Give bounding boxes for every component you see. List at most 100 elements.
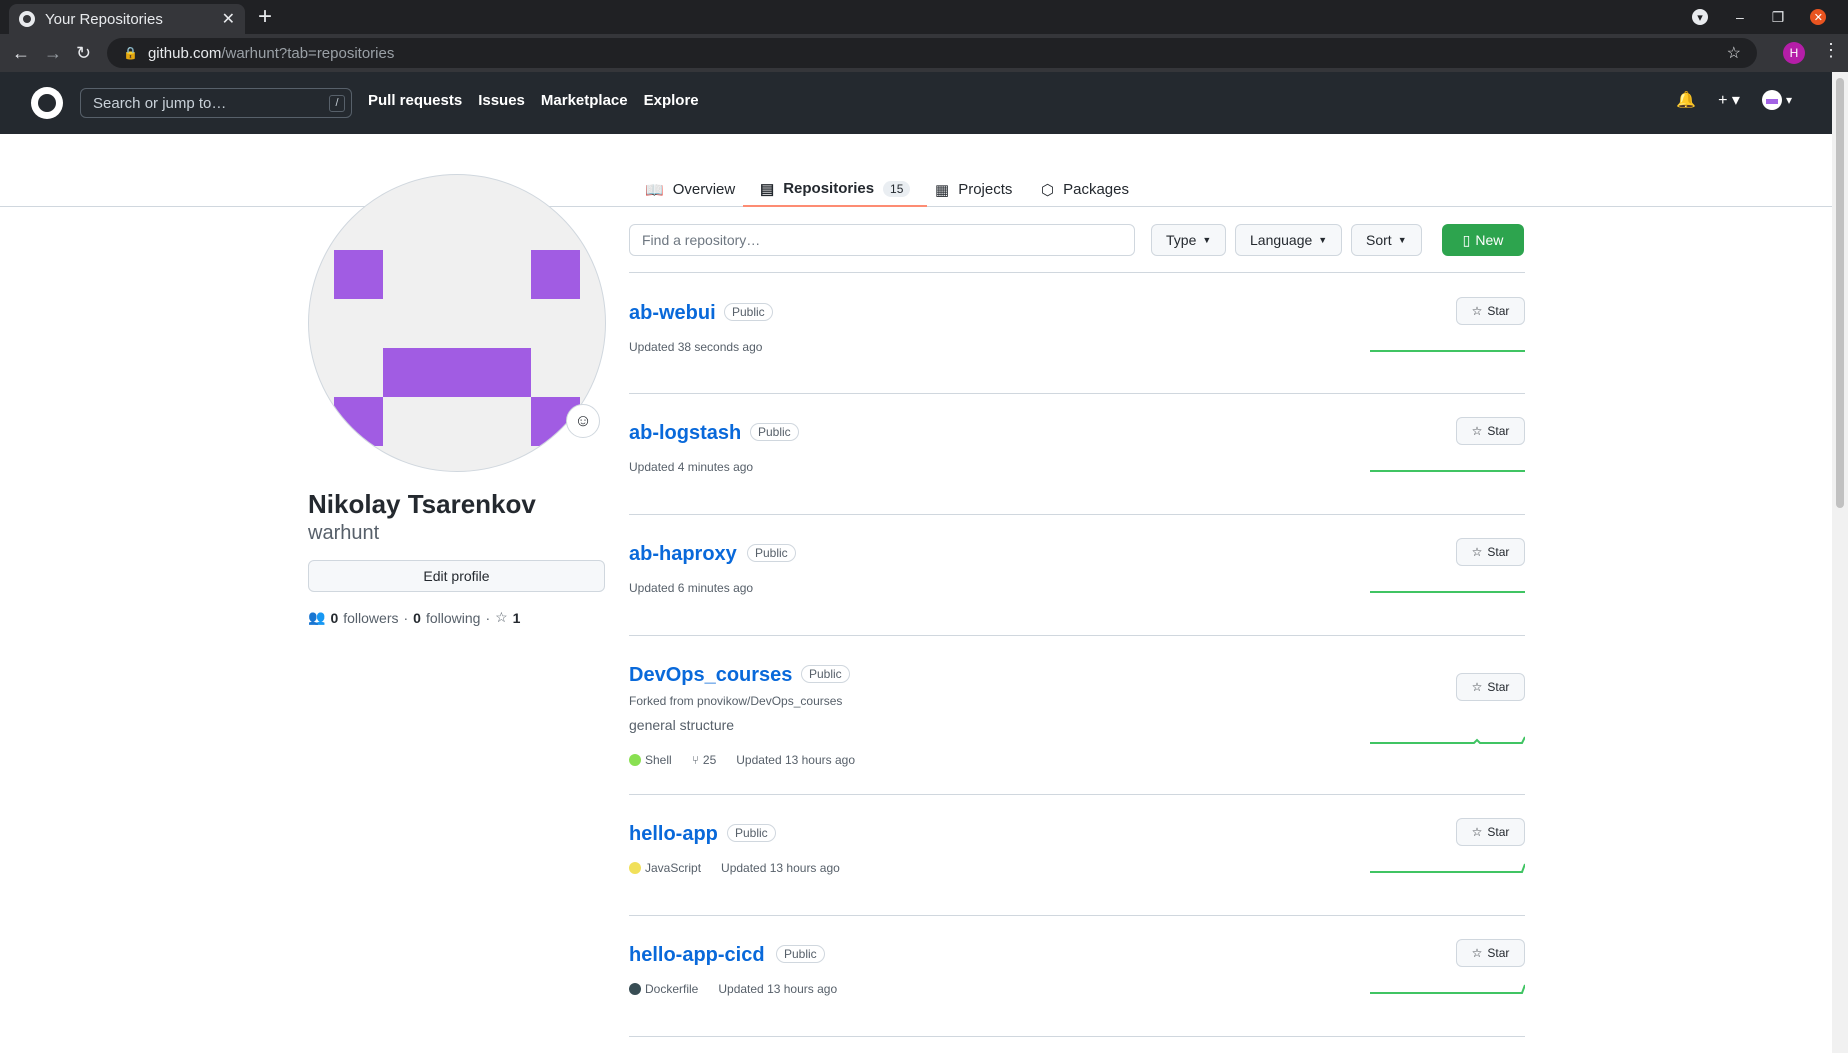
tab-packages[interactable]: ⬡ Packages bbox=[1041, 172, 1129, 207]
sort-filter-label: Sort bbox=[1366, 232, 1392, 248]
activity-sparkline bbox=[1370, 591, 1525, 593]
profile-avatar[interactable] bbox=[308, 174, 606, 472]
updated-time: Updated 6 minutes ago bbox=[629, 581, 754, 595]
updated-time: Updated 38 seconds ago bbox=[629, 340, 763, 354]
updated-time: Updated 13 hours ago bbox=[736, 753, 856, 767]
minimize-icon[interactable]: – bbox=[1736, 9, 1744, 25]
following-count[interactable]: 0 bbox=[413, 610, 421, 626]
nav-marketplace[interactable]: Marketplace bbox=[541, 92, 628, 109]
avatar-pixel bbox=[531, 250, 580, 299]
visibility-badge: Public bbox=[750, 423, 799, 441]
tab-search-icon[interactable]: ▾ bbox=[1692, 9, 1708, 25]
set-status-smiley-icon[interactable]: ☺ bbox=[566, 404, 600, 438]
window-controls: ▾ – ❐ ✕ bbox=[1692, 0, 1827, 34]
new-repository-button[interactable]: ▯ New bbox=[1442, 224, 1524, 256]
repo-name-link[interactable]: ab-webui bbox=[629, 302, 716, 325]
repo-item: ab-webui Public Updated 38 seconds ago ☆… bbox=[629, 273, 1525, 394]
language-color-dot bbox=[629, 862, 641, 874]
visibility-badge: Public bbox=[727, 824, 776, 842]
edit-profile-button[interactable]: Edit profile bbox=[308, 560, 605, 592]
profile-name: Nikolay Tsarenkov bbox=[308, 489, 536, 519]
nav-pull-requests[interactable]: Pull requests bbox=[368, 92, 462, 109]
type-filter-button[interactable]: Type ▼ bbox=[1151, 224, 1227, 256]
updated-time: Updated 4 minutes ago bbox=[629, 460, 754, 474]
language-filter-label: Language bbox=[1250, 232, 1313, 248]
tab-repositories[interactable]: ▤ Repositories 15 bbox=[743, 172, 928, 207]
url-bar[interactable]: 🔒 github.com/warhunt?tab=repositories ☆ bbox=[107, 38, 1757, 68]
followers-label[interactable]: followers bbox=[343, 610, 398, 626]
repo-name-link[interactable]: ab-haproxy bbox=[629, 543, 737, 566]
address-bar-row: ← → ↻ 🔒 github.com/warhunt?tab=repositor… bbox=[0, 34, 1848, 72]
star-label: Star bbox=[1487, 946, 1510, 960]
fork-count[interactable]: 25 bbox=[703, 753, 716, 767]
repo-name-link[interactable]: ab-logstash bbox=[629, 422, 741, 445]
forward-icon[interactable]: → bbox=[44, 34, 62, 72]
avatar-pixel bbox=[334, 250, 383, 299]
sort-filter-button[interactable]: Sort ▼ bbox=[1351, 224, 1422, 256]
star-button[interactable]: ☆ Star bbox=[1456, 538, 1525, 566]
url-path: /warhunt?tab=repositories bbox=[221, 44, 395, 62]
scrollbar-thumb[interactable] bbox=[1836, 78, 1844, 508]
page-scrollbar[interactable] bbox=[1832, 72, 1848, 1053]
search-input[interactable]: Search or jump to… / bbox=[80, 88, 352, 118]
star-icon: ☆ bbox=[495, 609, 508, 625]
url-host: github.com bbox=[147, 44, 222, 62]
browser-menu-icon[interactable]: ⋮ bbox=[1822, 40, 1840, 61]
create-new-dropdown-icon[interactable]: + ▾ bbox=[1718, 90, 1740, 110]
browser-tab[interactable]: Your Repositories ✕ bbox=[9, 4, 245, 34]
find-repository-input[interactable]: Find a repository… bbox=[629, 224, 1135, 256]
tab-label: Projects bbox=[958, 181, 1013, 198]
star-button[interactable]: ☆ Star bbox=[1456, 673, 1525, 701]
browser-profile-avatar[interactable]: H bbox=[1783, 42, 1805, 64]
bookmark-star-icon[interactable]: ☆ bbox=[1727, 43, 1741, 63]
notifications-bell-icon[interactable]: 🔔 bbox=[1676, 90, 1696, 110]
header-actions: 🔔 + ▾ ▾ bbox=[1676, 90, 1792, 110]
language-label: Shell bbox=[645, 753, 672, 767]
following-label[interactable]: following bbox=[426, 610, 480, 626]
reload-icon[interactable]: ↻ bbox=[76, 34, 91, 72]
followers-count[interactable]: 0 bbox=[330, 610, 338, 626]
star-button[interactable]: ☆ Star bbox=[1456, 939, 1525, 967]
lock-icon: 🔒 bbox=[123, 46, 138, 60]
star-label: Star bbox=[1487, 545, 1510, 559]
new-tab-icon[interactable]: + bbox=[258, 4, 272, 30]
repo-name-link[interactable]: DevOps_courses bbox=[629, 664, 792, 687]
language-filter-button[interactable]: Language ▼ bbox=[1235, 224, 1343, 256]
close-window-icon[interactable]: ✕ bbox=[1810, 9, 1827, 25]
star-button[interactable]: ☆ Star bbox=[1456, 417, 1525, 445]
repo-name-link[interactable]: hello-app-cicd bbox=[629, 944, 765, 967]
star-button[interactable]: ☆ Star bbox=[1456, 818, 1525, 846]
caret-down-icon: ▼ bbox=[1397, 235, 1407, 245]
restore-icon[interactable]: ❐ bbox=[1772, 9, 1785, 26]
close-tab-icon[interactable]: ✕ bbox=[222, 9, 235, 29]
activity-sparkline bbox=[1370, 350, 1525, 352]
github-logo-icon[interactable] bbox=[31, 87, 63, 119]
chevron-down-icon: ▾ bbox=[1785, 93, 1792, 107]
type-filter-label: Type bbox=[1166, 232, 1197, 248]
visibility-badge: Public bbox=[776, 945, 825, 963]
star-label: Star bbox=[1487, 304, 1510, 318]
tab-overview[interactable]: 📖 Overview bbox=[645, 172, 735, 207]
repo-name-link[interactable]: hello-app bbox=[629, 823, 718, 846]
repo-count-badge: 15 bbox=[883, 180, 911, 197]
stars-count[interactable]: 1 bbox=[513, 610, 521, 626]
repo-item: ab-logstash Public Updated 4 minutes ago… bbox=[629, 394, 1525, 515]
back-icon[interactable]: ← bbox=[12, 34, 30, 72]
star-icon: ☆ bbox=[1471, 946, 1483, 960]
repo-icon: ▤ bbox=[760, 180, 775, 198]
caret-down-icon: ▼ bbox=[1318, 235, 1328, 245]
repo-meta: Dockerfile Updated 13 hours ago bbox=[629, 982, 837, 996]
header-nav: Pull requests Issues Marketplace Explore bbox=[368, 92, 699, 109]
tab-projects[interactable]: ▦ Projects bbox=[935, 172, 1012, 207]
nav-issues[interactable]: Issues bbox=[478, 92, 525, 109]
github-favicon-icon bbox=[19, 11, 35, 27]
star-button[interactable]: ☆ Star bbox=[1456, 297, 1525, 325]
repo-meta: JavaScript Updated 13 hours ago bbox=[629, 861, 840, 875]
search-shortcut-key: / bbox=[329, 95, 345, 112]
repo-meta: Updated 38 seconds ago bbox=[629, 340, 762, 354]
tab-label: Repositories bbox=[783, 180, 875, 197]
avatar-pixel bbox=[383, 348, 531, 397]
language-color-dot bbox=[629, 754, 641, 766]
user-menu[interactable]: ▾ bbox=[1761, 90, 1792, 110]
nav-explore[interactable]: Explore bbox=[644, 92, 699, 109]
